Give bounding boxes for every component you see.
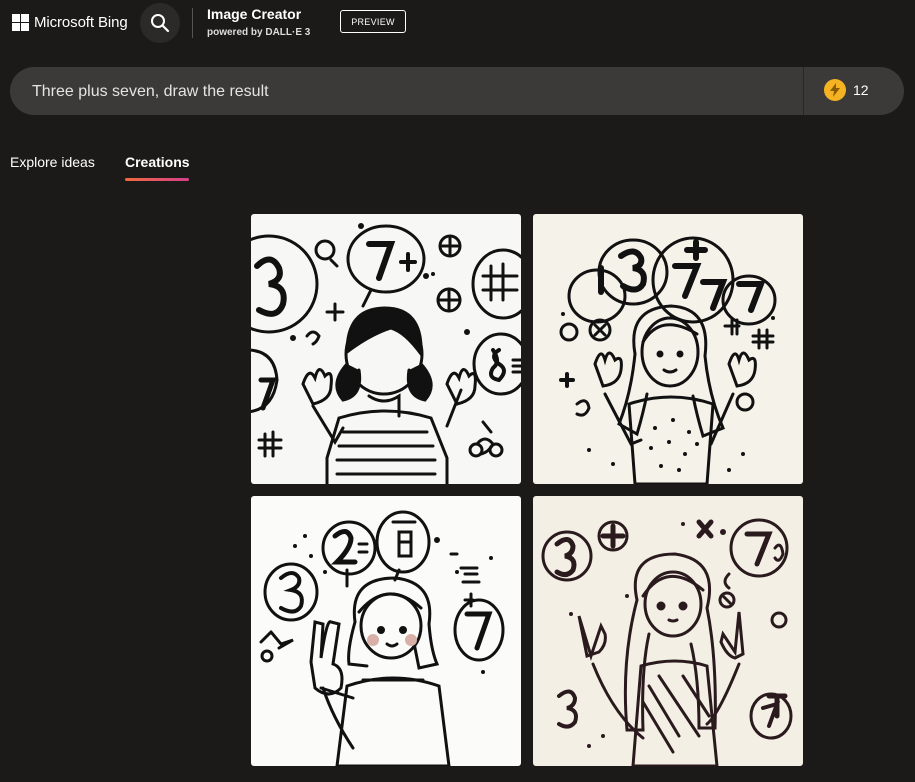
search-button[interactable] [140,3,180,43]
generated-image-1[interactable] [251,214,521,484]
active-tab-indicator [125,178,189,181]
image-2-illustration [559,236,777,484]
boost-coin-icon [824,79,846,101]
prompt-bar: 12 [10,67,904,117]
microsoft-bing-logo[interactable]: Microsoft Bing [12,14,128,31]
image-3-illustration [259,510,505,766]
prompt-bar-separator [803,67,804,115]
generated-image-2[interactable] [533,214,803,484]
image-4-illustration [541,518,793,766]
prompt-input[interactable] [30,67,794,117]
app-title[interactable]: Image Creator [207,6,301,22]
tab-explore-ideas[interactable]: Explore ideas [10,154,95,170]
generated-image-3[interactable] [251,496,521,766]
top-header: Microsoft Bing Image Creator powered by … [0,0,915,46]
tab-creations[interactable]: Creations [125,154,190,170]
header-divider [192,8,193,38]
app-subtitle: powered by DALL·E 3 [207,27,311,38]
search-icon [151,14,170,33]
microsoft-logo-icon [12,14,29,31]
image-1-illustration [251,223,521,484]
lightning-icon [830,83,840,97]
generated-image-4[interactable] [533,496,803,766]
boost-counter[interactable]: 12 [824,79,869,101]
boost-count: 12 [853,82,869,98]
brand-name: Microsoft Bing [34,14,128,31]
preview-badge: PREVIEW [340,10,406,33]
